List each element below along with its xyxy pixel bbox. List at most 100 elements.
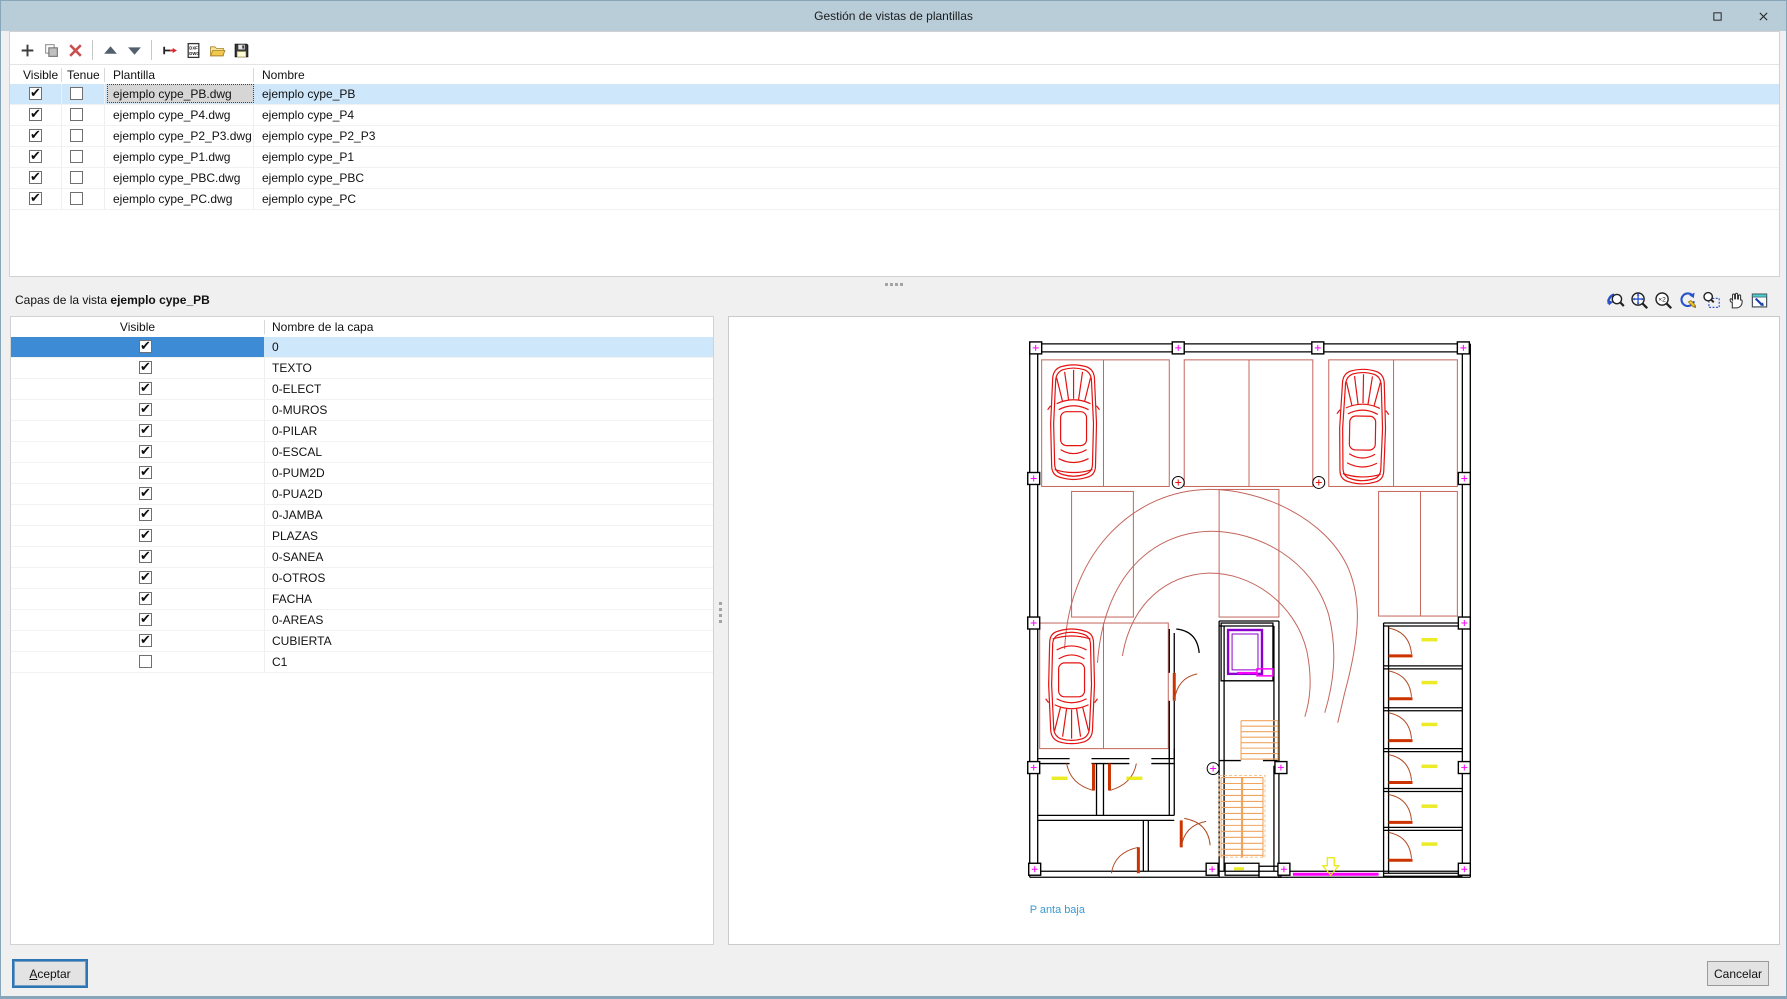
template-row[interactable]: ejemplo cype_PC.dwg ejemplo cype_PC — [10, 189, 1779, 210]
col-header-visible: Visible — [23, 68, 58, 82]
layer-row[interactable]: 0-JAMBA — [11, 505, 713, 526]
col-header-nombre: Nombre — [262, 68, 305, 82]
nombre-cell: ejemplo cype_P2_P3 — [262, 129, 375, 143]
import-template-icon — [161, 42, 178, 59]
visible-checkbox[interactable] — [29, 87, 42, 100]
zoom-extents-button[interactable] — [1627, 287, 1651, 313]
open-file-button[interactable] — [205, 38, 229, 62]
layer-row[interactable]: 0-MUROS — [11, 400, 713, 421]
visible-checkbox[interactable] — [29, 171, 42, 184]
layer-row[interactable]: 0 — [11, 337, 713, 358]
plantilla-cell: ejemplo cype_PC.dwg — [113, 192, 232, 206]
zoom-window-button[interactable] — [1699, 287, 1723, 313]
layer-row[interactable]: 0-ESCAL — [11, 442, 713, 463]
template-row[interactable]: ejemplo cype_PBC.dwgejemplo cype_PBC — [10, 168, 1779, 189]
pan-icon — [1726, 291, 1745, 310]
tenue-checkbox[interactable] — [70, 87, 83, 100]
layer-visible-checkbox[interactable] — [139, 361, 152, 374]
close-button[interactable] — [1740, 1, 1786, 31]
move-up-button[interactable] — [98, 38, 122, 62]
layer-visible-checkbox[interactable] — [139, 634, 152, 647]
duplicate-button[interactable] — [39, 38, 63, 62]
elevator — [1228, 630, 1273, 676]
column-divider — [61, 189, 62, 209]
layer-visible-checkbox[interactable] — [139, 466, 152, 479]
zoom-previous-button[interactable] — [1603, 287, 1627, 313]
templates-table-body: ejemplo cype_PB.dwgejemplo cype_PBejempl… — [10, 84, 1779, 210]
tenue-checkbox[interactable] — [70, 108, 83, 121]
layer-visible-checkbox[interactable] — [139, 382, 152, 395]
layer-row[interactable]: FACHA — [11, 589, 713, 610]
nombre-cell: ejemplo cype_PC — [262, 192, 356, 206]
import-template-button[interactable] — [157, 38, 181, 62]
layer-row[interactable]: CUBIERTA — [11, 631, 713, 652]
layer-row[interactable]: 0-AREAS — [11, 610, 713, 631]
layers-table-body: 0TEXTO0-ELECT0-MUROS0-PILAR0-ESCAL 0-PUM2… — [11, 337, 713, 673]
column-divider — [253, 168, 254, 188]
layer-visible-checkbox[interactable] — [139, 592, 152, 605]
tenue-checkbox[interactable] — [70, 192, 83, 205]
layer-visible-checkbox[interactable] — [139, 571, 152, 584]
layer-row[interactable]: 0-PUM2D — [11, 463, 713, 484]
layer-visible-checkbox[interactable] — [139, 445, 152, 458]
layer-visible-checkbox[interactable] — [139, 550, 152, 563]
maximize-button[interactable] — [1694, 1, 1740, 31]
layer-row[interactable]: 0-PILAR — [11, 421, 713, 442]
zoom-x2-button[interactable]: ×2 — [1651, 287, 1675, 313]
visible-checkbox[interactable] — [29, 150, 42, 163]
template-row[interactable]: ejemplo cype_P1.dwgejemplo cype_P1 — [10, 147, 1779, 168]
visible-checkbox[interactable] — [29, 108, 42, 121]
layer-visible-checkbox[interactable] — [139, 424, 152, 437]
horizontal-splitter[interactable] — [9, 277, 1780, 316]
drawing-preview-viewport[interactable]: P anta baja — [728, 316, 1780, 945]
layer-name-cell: 0-SANEA — [272, 550, 323, 564]
layer-name-cell: 0-PUM2D — [272, 466, 325, 480]
layer-visible-checkbox[interactable] — [139, 529, 152, 542]
layer-name-cell: C1 — [272, 655, 287, 669]
column-divider — [264, 652, 265, 672]
accept-button[interactable]: Aceptar — [14, 961, 86, 986]
column-divider — [264, 568, 265, 588]
column-divider — [264, 442, 265, 462]
fit-window-button[interactable] — [1747, 287, 1771, 313]
layer-row[interactable]: PLAZAS — [11, 526, 713, 547]
layer-row[interactable]: 0-SANEA — [11, 547, 713, 568]
template-row[interactable]: ejemplo cype_PB.dwgejemplo cype_PB — [10, 84, 1779, 105]
layer-visible-checkbox[interactable] — [139, 508, 152, 521]
layer-visible-checkbox[interactable] — [139, 403, 152, 416]
column-divider — [253, 126, 254, 146]
dxf-dwg-file-button[interactable]: DXFDWG — [181, 38, 205, 62]
template-row[interactable]: ejemplo cype_P2_P3.dwgejemplo cype_P2_P3 — [10, 126, 1779, 147]
redraw-button[interactable] — [1675, 287, 1699, 313]
layer-row[interactable]: TEXTO — [11, 358, 713, 379]
template-row[interactable]: ejemplo cype_P4.dwgejemplo cype_P4 — [10, 105, 1779, 126]
save-file-button[interactable] — [229, 38, 253, 62]
layer-row[interactable]: 0-OTROS — [11, 568, 713, 589]
layer-visible-checkbox[interactable] — [139, 487, 152, 500]
layer-row[interactable]: C1 — [11, 652, 713, 673]
visible-checkbox[interactable] — [29, 129, 42, 142]
zoom-extents-icon — [1630, 291, 1649, 310]
selection-highlight — [11, 337, 264, 357]
layer-row[interactable]: 0-ELECT — [11, 379, 713, 400]
tenue-checkbox[interactable] — [70, 171, 83, 184]
layer-visible-checkbox[interactable] — [139, 655, 152, 668]
pan-button[interactable] — [1723, 287, 1747, 313]
zoom-window-icon — [1702, 291, 1721, 310]
cancel-button[interactable]: Cancelar — [1707, 961, 1769, 986]
tenue-checkbox[interactable] — [70, 150, 83, 163]
add-button[interactable] — [15, 38, 39, 62]
layer-visible-checkbox[interactable] — [139, 613, 152, 626]
templates-table-header: Visible Tenue Plantilla Nombre — [10, 64, 1779, 86]
delete-button[interactable] — [63, 38, 87, 62]
titlebar: Gestión de vistas de plantillas — [1, 1, 1786, 31]
tenue-checkbox[interactable] — [70, 129, 83, 142]
column-divider — [264, 631, 265, 651]
templates-panel: DXFDWG Visible Tenue Plantilla Nombre ej… — [9, 31, 1780, 277]
visible-checkbox[interactable] — [29, 192, 42, 205]
move-down-button[interactable] — [122, 38, 146, 62]
layer-row[interactable]: 0-PUA2D — [11, 484, 713, 505]
nombre-cell: ejemplo cype_P4 — [262, 108, 354, 122]
vertical-splitter[interactable] — [714, 316, 728, 945]
layer-visible-checkbox[interactable] — [139, 340, 152, 353]
